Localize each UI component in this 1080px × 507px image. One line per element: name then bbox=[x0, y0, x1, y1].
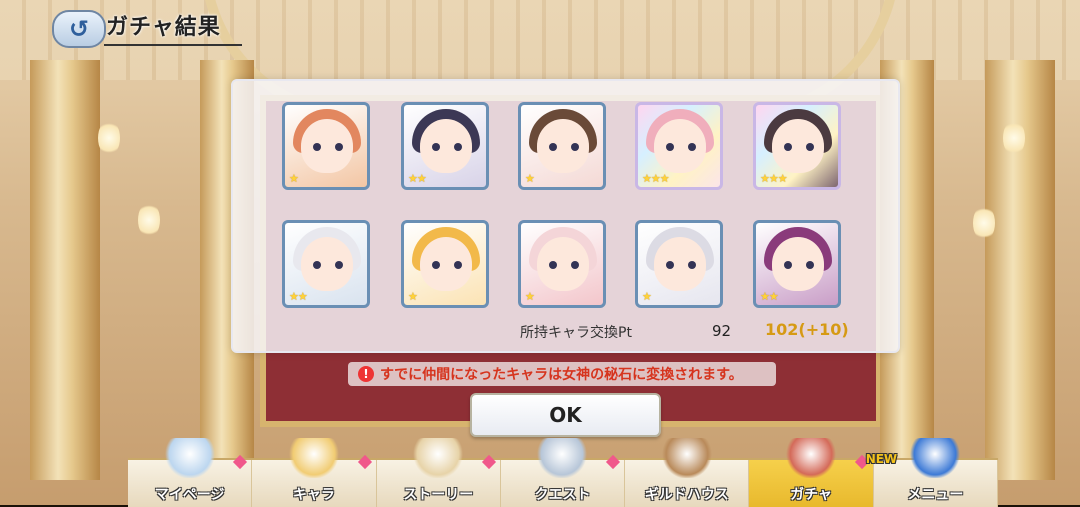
nav-label: ガチャ bbox=[790, 487, 832, 503]
page-title: ガチャ結果 bbox=[106, 15, 221, 40]
result-card[interactable]: ★ bbox=[282, 102, 370, 190]
back-button[interactable]: ↺ bbox=[52, 10, 106, 48]
result-card[interactable]: ★ bbox=[518, 102, 606, 190]
result-card[interactable]: ★★ bbox=[753, 220, 841, 308]
gacha-machine-icon bbox=[786, 438, 837, 478]
rarity-stars: ★ bbox=[525, 172, 535, 185]
nav-item[interactable]: マイページ bbox=[128, 438, 253, 507]
result-card[interactable]: ★★★ bbox=[635, 102, 723, 190]
rarity-stars: ★★★ bbox=[760, 172, 788, 185]
notification-badge bbox=[233, 454, 248, 470]
rarity-stars: ★ bbox=[525, 290, 535, 303]
result-card[interactable]: ★★ bbox=[401, 102, 489, 190]
nav-label: ストーリー bbox=[403, 487, 474, 503]
rarity-stars: ★★ bbox=[760, 290, 779, 303]
notification-badge bbox=[606, 454, 621, 470]
nav-item[interactable]: キャラ bbox=[252, 438, 377, 507]
wall-lamp-left bbox=[98, 120, 120, 156]
exchange-pt-current: 92 bbox=[712, 322, 732, 340]
character-eyes bbox=[549, 261, 579, 269]
warning-icon: ! bbox=[358, 366, 374, 382]
guild-door-icon bbox=[661, 438, 712, 478]
character-eyes bbox=[313, 261, 343, 269]
bottom-navigation: マイページ キャラ ストーリー クエスト ギルドハウス ガチャ メニュー NEW bbox=[128, 438, 998, 507]
wall-lamp-left-small bbox=[138, 202, 160, 238]
pillar-far-left bbox=[30, 60, 100, 480]
rarity-stars: ★★ bbox=[408, 172, 427, 185]
character-eyes bbox=[549, 143, 579, 151]
result-card[interactable]: ★ bbox=[518, 220, 606, 308]
nav-label: キャラ bbox=[292, 487, 335, 503]
nav-label: マイページ bbox=[154, 487, 225, 503]
character-icon bbox=[288, 438, 339, 478]
character-eyes bbox=[432, 261, 462, 269]
character-eyes bbox=[313, 143, 343, 151]
wall-lamp-right-small bbox=[973, 205, 995, 241]
rarity-stars: ★ bbox=[642, 290, 652, 303]
result-card[interactable]: ★ bbox=[635, 220, 723, 308]
mypage-castle-icon bbox=[164, 438, 215, 478]
notification-badge bbox=[357, 454, 372, 470]
nav-item[interactable]: メニュー NEW bbox=[866, 438, 998, 507]
nav-item[interactable]: ギルドハウス bbox=[625, 438, 750, 507]
ok-button[interactable]: OK bbox=[470, 393, 661, 437]
character-eyes bbox=[666, 261, 696, 269]
character-eyes bbox=[432, 143, 462, 151]
nav-item[interactable]: ガチャ bbox=[749, 438, 874, 507]
result-card[interactable]: ★★ bbox=[282, 220, 370, 308]
result-card[interactable]: ★★★ bbox=[753, 102, 841, 190]
character-eyes bbox=[666, 143, 696, 151]
nav-label: クエスト bbox=[534, 487, 591, 503]
title-underline bbox=[104, 44, 242, 46]
back-arrow-icon: ↺ bbox=[68, 15, 90, 43]
notification-badge bbox=[481, 454, 496, 470]
character-eyes bbox=[784, 143, 814, 151]
character-eyes bbox=[784, 261, 814, 269]
new-badge: NEW bbox=[865, 452, 898, 466]
scroll-icon bbox=[413, 438, 464, 478]
menu-crystal-icon bbox=[910, 438, 961, 478]
exchange-pt-label: 所持キャラ交換Pt bbox=[520, 325, 632, 341]
notice-text: すでに仲間になったキャラは女神の秘石に変換されます。 bbox=[380, 367, 743, 383]
nav-label: ギルドハウス bbox=[644, 487, 729, 503]
exchange-pt-new: 102(+10) bbox=[765, 320, 849, 339]
rarity-stars: ★★ bbox=[289, 290, 308, 303]
result-card[interactable]: ★ bbox=[401, 220, 489, 308]
sword-shield-icon bbox=[537, 438, 588, 478]
rarity-stars: ★ bbox=[289, 172, 299, 185]
wall-lamp-right bbox=[1003, 120, 1025, 156]
rarity-stars: ★★★ bbox=[642, 172, 670, 185]
nav-item[interactable]: ストーリー bbox=[377, 438, 501, 507]
nav-label: メニュー bbox=[907, 487, 964, 503]
conversion-notice: ! すでに仲間になったキャラは女神の秘石に変換されます。 bbox=[348, 362, 776, 386]
nav-item[interactable]: クエスト bbox=[501, 438, 626, 507]
rarity-stars: ★ bbox=[408, 290, 418, 303]
